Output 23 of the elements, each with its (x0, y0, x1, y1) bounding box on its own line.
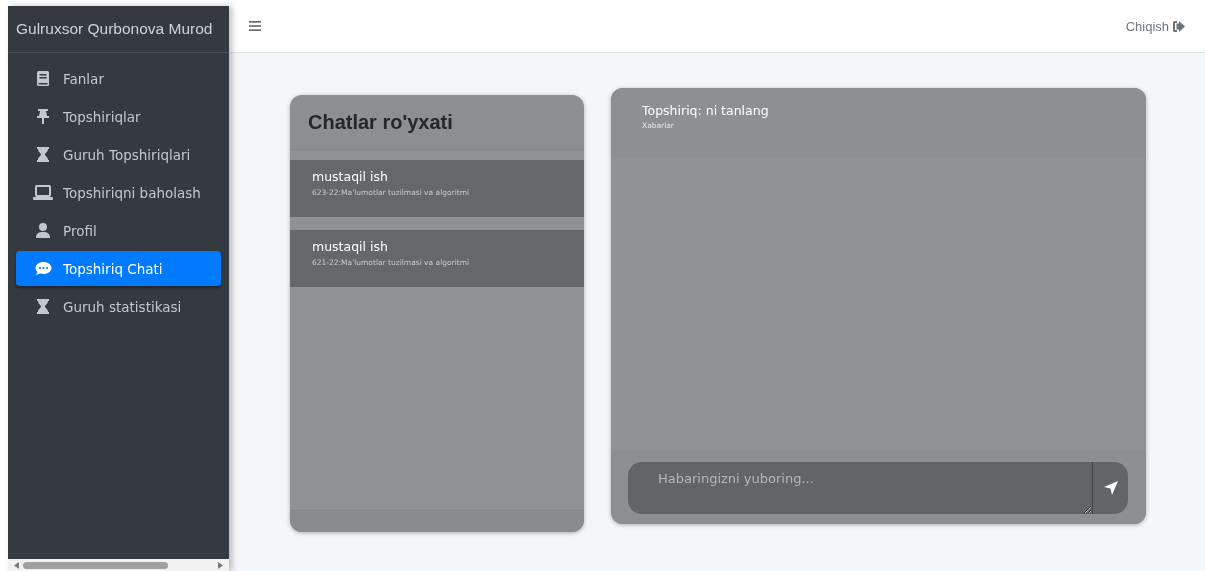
scrollbar[interactable] (8, 559, 229, 571)
sidebar-item[interactable]: Guruh statistikasi (16, 289, 221, 324)
sidebar-item[interactable]: Topshiriq Chati (16, 251, 221, 286)
send-button[interactable] (1093, 462, 1128, 514)
sidebar-item[interactable]: Guruh Topshiriqlari (16, 137, 221, 172)
user-icon (33, 223, 53, 238)
logout-icon (1173, 20, 1185, 32)
chat-title: Topshiriq: ni tanlang (642, 103, 770, 118)
sidebar-item[interactable]: Profil (16, 213, 221, 248)
scroll-thumb[interactable] (23, 561, 168, 569)
laptop-icon (33, 185, 53, 200)
send-icon (1103, 481, 1118, 495)
scroll-left-icon[interactable] (14, 561, 19, 569)
chat-bubble-icon (33, 261, 53, 276)
scroll-right-icon[interactable] (218, 561, 223, 569)
sidebar-item[interactable]: Topshiriqni baholash (16, 175, 221, 210)
chat-item-title: mustaqil ish (312, 169, 389, 184)
logout-link[interactable]: Chiqish (1125, 18, 1185, 34)
menu-icon[interactable] (249, 21, 261, 31)
message-field[interactable]: Habaringizni yuboring... (628, 462, 1093, 514)
sidebar-item[interactable]: Fanlar (16, 61, 221, 96)
sidebar-item[interactable]: Topshiriqlar (16, 99, 221, 134)
chat-item-title: mustaqil ish (312, 239, 389, 254)
